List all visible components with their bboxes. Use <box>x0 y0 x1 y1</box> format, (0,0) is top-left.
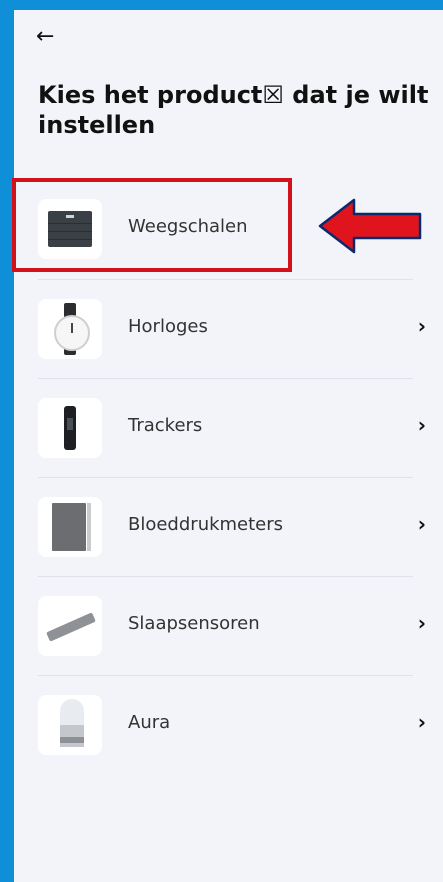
product-label: Horloges <box>128 316 208 337</box>
product-item-aura[interactable]: Aura › <box>38 676 426 774</box>
product-label: Aura <box>128 712 171 733</box>
aura-icon <box>38 695 102 755</box>
chevron-right-icon: › <box>417 512 426 536</box>
page-title: Kies het product☒ dat je wilt instellen <box>38 81 429 139</box>
product-item-bloeddrukmeters[interactable]: Bloeddrukmeters › <box>38 478 426 576</box>
product-item-trackers[interactable]: Trackers › <box>38 379 426 477</box>
watch-icon <box>38 299 102 359</box>
product-label: Trackers <box>128 415 203 436</box>
chevron-right-icon: › <box>417 314 426 338</box>
product-label: Slaapsensoren <box>128 613 260 634</box>
tracker-icon <box>38 398 102 458</box>
chevron-right-icon: › <box>417 413 426 437</box>
product-item-slaapsensoren[interactable]: Slaapsensoren › <box>38 577 426 675</box>
chevron-right-icon: › <box>417 611 426 635</box>
red-arrow-icon <box>318 198 422 254</box>
product-label: Bloeddrukmeters <box>128 514 284 535</box>
app-screen: ← Kies het product☒ dat je wilt instelle… <box>14 10 443 882</box>
back-arrow-icon[interactable]: ← <box>36 24 62 50</box>
sleep-sensor-icon <box>38 596 102 656</box>
highlight-box <box>12 178 292 272</box>
product-item-horloges[interactable]: Horloges › <box>38 280 426 378</box>
blood-pressure-monitor-icon <box>38 497 102 557</box>
chevron-right-icon: › <box>417 710 426 734</box>
